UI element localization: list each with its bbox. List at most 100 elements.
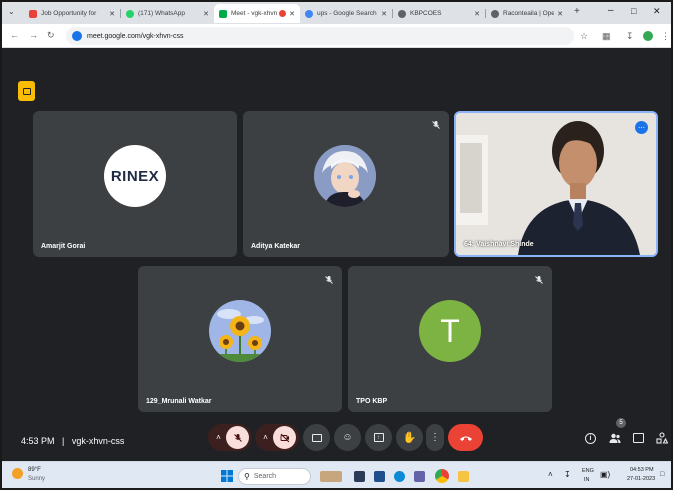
camera-off-icon <box>280 433 289 442</box>
more-options-icon[interactable]: ⋯ <box>635 121 648 134</box>
participant-video <box>456 113 656 255</box>
news-widget-icon[interactable] <box>320 471 342 482</box>
meeting-info-icon[interactable] <box>18 81 35 101</box>
network-icon[interactable]: ↧ <box>564 470 571 479</box>
rinex-logo: RINEX <box>110 167 160 185</box>
url-input[interactable]: meet.google.com/vgk-xhvn-css <box>66 27 574 45</box>
globe-icon <box>491 9 499 18</box>
teams-icon[interactable] <box>414 471 425 482</box>
participant-name: TPO KBP <box>356 398 388 405</box>
close-icon[interactable]: ✕ <box>109 10 115 18</box>
tab-job-opportunity[interactable]: Job Opportunity for ✕ <box>24 4 120 23</box>
close-icon[interactable]: ✕ <box>557 10 563 18</box>
address-bar: ← → ↻ meet.google.com/vgk-xhvn-css ☆ ▦ ↧… <box>2 24 671 48</box>
reactions-button[interactable]: ☺ <box>334 424 361 451</box>
captions-icon <box>311 433 322 442</box>
participant-name: 64: Vaishnavi Shinde <box>464 241 534 248</box>
participant-tile-active-speaker[interactable]: ⋯ 64: Vaishnavi Shinde <box>454 111 658 257</box>
close-icon[interactable]: ✕ <box>203 10 209 18</box>
back-arrow-icon[interactable]: ← <box>10 30 19 40</box>
edge-icon[interactable] <box>394 471 405 482</box>
tab-label: Job Opportunity for <box>41 10 97 17</box>
taskbar-search-input[interactable]: ⚲ Search <box>238 468 311 485</box>
participant-tile[interactable]: 129_Mrunali Watkar <box>138 266 342 412</box>
bookmark-star-icon[interactable]: ☆ <box>580 31 588 42</box>
file-folder-icon[interactable] <box>458 471 469 482</box>
menu-kebab-icon[interactable]: ⋮ <box>661 31 670 42</box>
mic-off-icon <box>535 276 543 284</box>
search-icon: ⚲ <box>244 472 250 481</box>
restore-icon[interactable]: □ <box>631 6 636 16</box>
notification-icon[interactable]: □ <box>660 471 664 478</box>
avatar: T <box>419 300 481 362</box>
globe-icon <box>398 9 406 18</box>
mic-off-button[interactable] <box>226 426 249 449</box>
tab-label: ups - Google Search <box>317 10 377 17</box>
mic-control: ˄ <box>208 424 252 451</box>
present-button[interactable]: ↑ <box>365 424 392 451</box>
mic-off-icon <box>233 433 242 442</box>
minimize-icon[interactable]: – <box>608 5 614 16</box>
speaker-icon[interactable]: ▣) <box>600 470 610 479</box>
camera-options-chevron-icon[interactable]: ˄ <box>258 433 273 442</box>
whatsapp-icon <box>126 9 134 18</box>
close-icon[interactable]: ✕ <box>474 10 480 18</box>
people-count-badge: 5 <box>616 418 626 428</box>
raise-hand-button[interactable]: ✋ <box>396 424 423 451</box>
mic-off-icon <box>325 276 333 284</box>
people-icon[interactable] <box>609 432 621 444</box>
chrome-icon[interactable] <box>435 469 449 483</box>
meeting-clock: 4:53 PM | vgk-xhvn-css <box>21 436 125 446</box>
chat-icon[interactable] <box>633 433 644 443</box>
mic-options-chevron-icon[interactable]: ˄ <box>211 433 226 442</box>
screen: ⌄ Job Opportunity for ✕ (171) WhatsApp ✕… <box>0 0 673 490</box>
recording-icon <box>279 10 287 17</box>
language-top[interactable]: ENG <box>582 468 594 474</box>
weather-icon[interactable] <box>12 468 23 479</box>
forward-arrow-icon[interactable]: → <box>29 30 38 40</box>
captions-button[interactable] <box>303 424 330 451</box>
tab-meet[interactable]: Meet - vgk-xhvn ✕ <box>214 4 300 23</box>
close-icon[interactable]: ✕ <box>381 10 387 18</box>
close-icon[interactable]: ✕ <box>289 10 295 18</box>
tab-kbpcoes[interactable]: KBPCOES ✕ <box>393 4 485 23</box>
emoji-icon: ☺ <box>342 432 353 443</box>
avatar-initial: T <box>440 312 460 349</box>
participant-tile[interactable]: RINEX Amarjit Gorai <box>33 111 237 257</box>
search-placeholder: Search <box>253 473 277 480</box>
camera-off-button[interactable] <box>273 426 296 449</box>
file-explorer-icon[interactable] <box>374 471 385 482</box>
participant-name: Amarjit Gorai <box>41 243 86 250</box>
leave-call-button[interactable] <box>448 424 483 451</box>
participant-tile[interactable]: Aditya Katekar <box>243 111 449 257</box>
taskbar-date: 27-01-2023 <box>627 476 656 482</box>
windows-start-icon[interactable] <box>221 470 233 482</box>
weather-desc: Sunny <box>28 476 46 482</box>
close-window-icon[interactable]: ✕ <box>653 6 661 17</box>
tab-whatsapp[interactable]: (171) WhatsApp ✕ <box>121 4 214 23</box>
reload-icon[interactable]: ↻ <box>47 30 55 41</box>
site-info-icon[interactable] <box>72 31 82 41</box>
language-bottom: IN <box>584 477 590 483</box>
task-view-icon[interactable] <box>354 471 365 482</box>
meeting-details-icon[interactable]: i <box>585 433 596 444</box>
tab-raconteaila[interactable]: Raconteaila | Opening ✕ <box>486 4 568 23</box>
tab-search-chevron-icon[interactable]: ⌄ <box>8 7 15 16</box>
hand-icon: ✋ <box>402 432 417 444</box>
profile-avatar[interactable] <box>643 31 653 41</box>
more-options-button[interactable]: ⋮ <box>426 424 444 451</box>
camera-control: ˄ <box>255 424 299 451</box>
tab-google-search[interactable]: ups - Google Search ✕ <box>300 4 392 23</box>
new-tab-icon[interactable]: + <box>574 6 580 17</box>
tab-label: Meet - vgk-xhvn <box>231 10 278 17</box>
tab-label: (171) WhatsApp <box>138 10 185 17</box>
meet-icon <box>219 9 227 18</box>
download-icon[interactable]: ↧ <box>626 31 634 42</box>
tray-chevron-icon[interactable]: ˄ <box>548 470 553 479</box>
participant-tile[interactable]: T TPO KBP <box>348 266 552 412</box>
more-vert-icon: ⋮ <box>430 432 440 443</box>
meet-stage: RINEX Amarjit Gorai Aditya Katekar ⋯ 64:… <box>2 49 671 461</box>
taskbar-time[interactable]: 04:53 PM <box>630 467 654 473</box>
activities-icon[interactable] <box>656 432 668 444</box>
extensions-icon[interactable]: ▦ <box>602 31 611 42</box>
